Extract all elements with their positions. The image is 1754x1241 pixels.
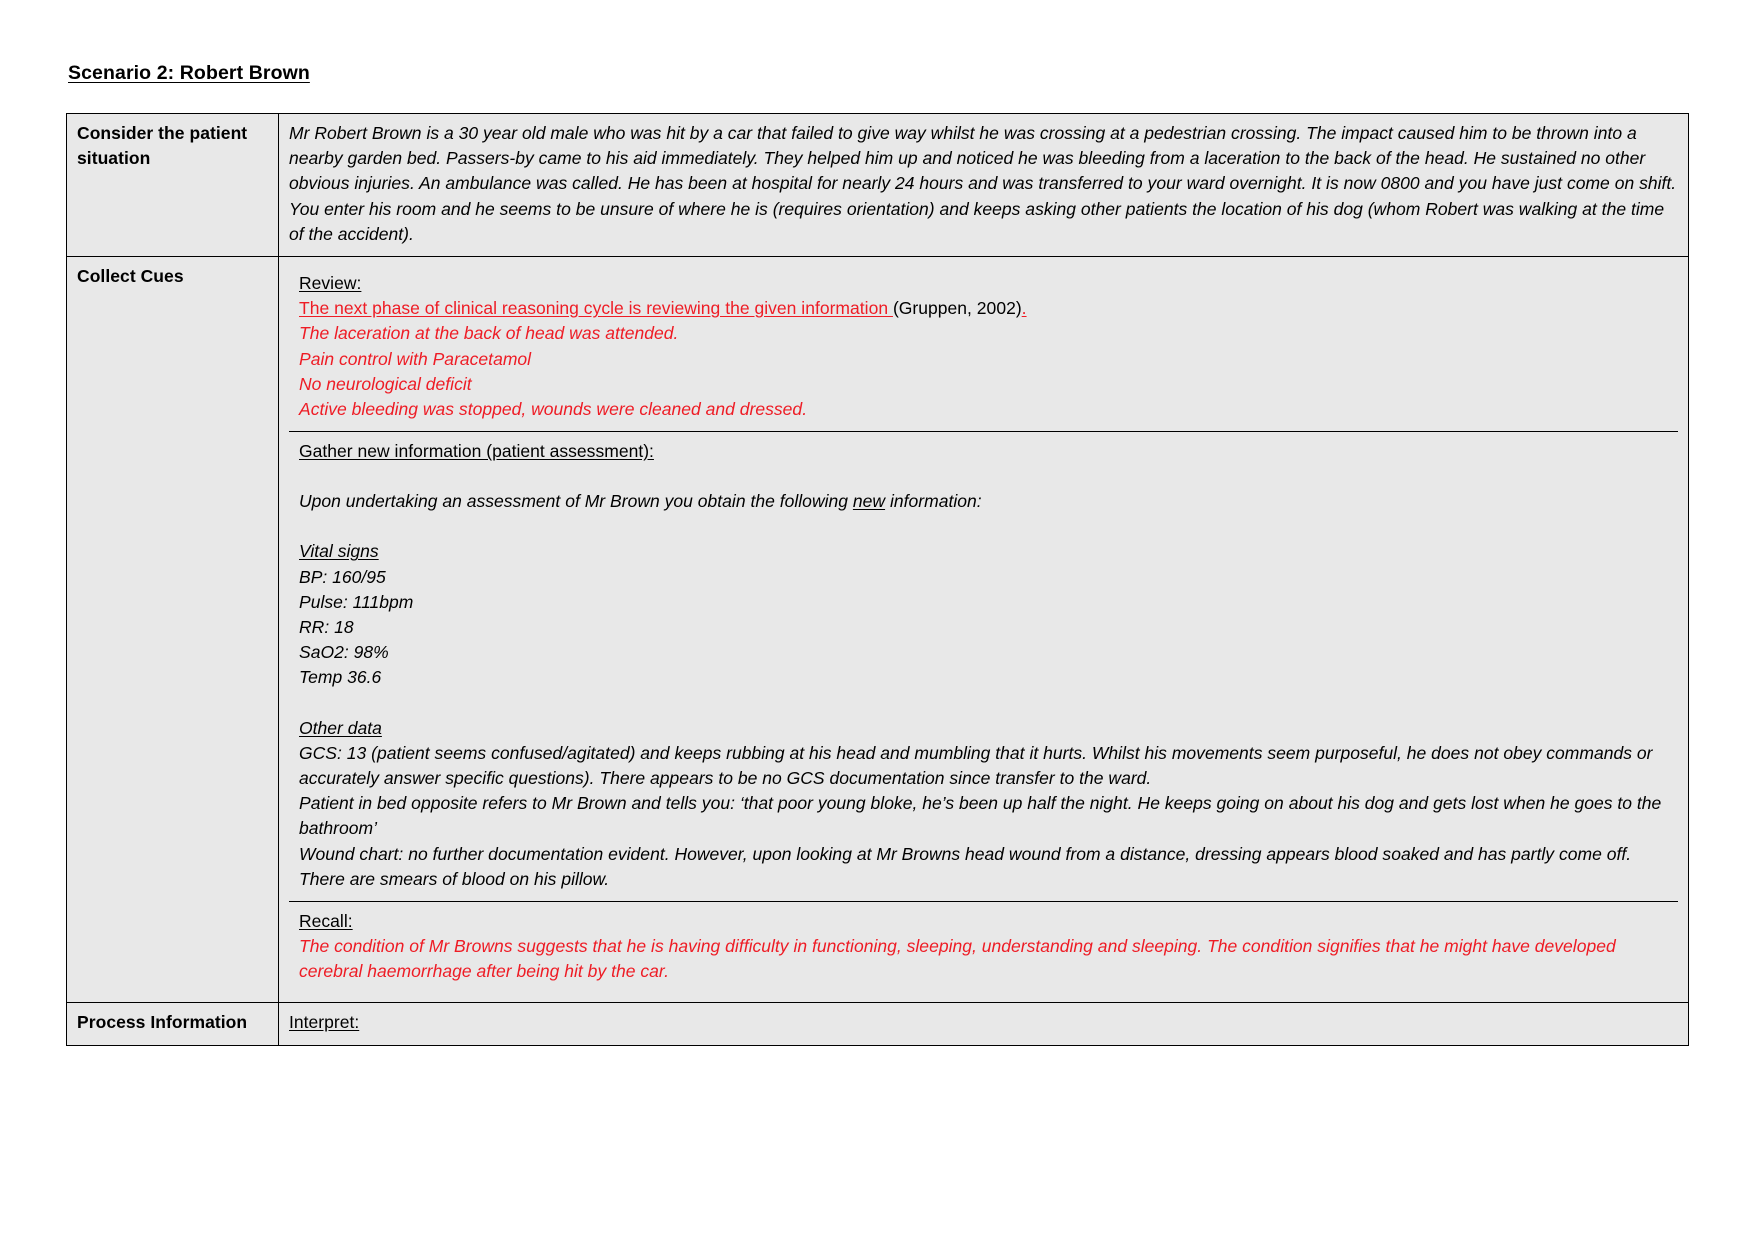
stage-label-consider-the-patient-situation: Consider the patient situation [77,123,248,168]
vital-sign-bp: BP: 160/95 [299,566,386,587]
review-red-line-pain-control: Pain control with Paracetamol [299,348,532,369]
vital-sign-pulse: Pulse: 111bpm [299,591,414,612]
table-row: Consider the patient situation Mr Robert… [66,113,1689,257]
review-red-line-laceration: The laceration at the back of head was a… [299,323,679,344]
document-page: Scenario 2: Robert Brown Consider the pa… [0,0,1754,1241]
gather-block: Gather new information (patient assessme… [299,439,1668,892]
vital-sign-sao2: SaO2: 98% [299,642,389,663]
review-citation-line: The next phase of clinical reasoning cyc… [299,296,1668,321]
review-cell: Review: The next phase of clinical reaso… [289,263,1678,433]
review-citation-red-text: The next phase of clinical reasoning cyc… [299,298,893,319]
other-data-paragraph-wound-chart: Wound chart: no further documentation ev… [299,843,1632,889]
gather-intro-after: information: [885,491,982,512]
review-citation-reference: (Gruppen, 2002) [892,298,1022,319]
gather-spacer-2 [299,514,1668,539]
page-title: Scenario 2: Robert Brown [68,62,310,84]
other-data-heading: Other data [299,717,382,738]
recall-cell: Recall: The condition of Mr Browns sugge… [289,901,1678,994]
gather-new-information-heading: Gather new information (patient assessme… [299,441,654,462]
collect-cues-gather-row: Gather new information (patient assessme… [289,431,1678,902]
review-red-line-neurological-deficit: No neurological deficit [299,373,472,394]
stage-label-cell-collect-cues: Collect Cues [66,255,279,1004]
recall-block: Recall: The condition of Mr Browns sugge… [299,909,1668,985]
stage-body-cell-consider: Mr Robert Brown is a 30 year old male wh… [278,113,1689,257]
recall-heading: Recall: [299,910,353,931]
review-heading: Review: [299,272,362,293]
patient-situation-paragraph: Mr Robert Brown is a 30 year old male wh… [289,123,1677,244]
review-block: Review: The next phase of clinical reaso… [299,271,1668,422]
stage-label-collect-cues: Collect Cues [77,265,184,286]
stage-body-cell-process-information: Interpret: [278,1002,1689,1046]
stage-label-process-information: Process Information [77,1012,248,1033]
gather-spacer-3 [299,691,1668,716]
review-red-line-active-bleeding: Active bleeding was stopped, wounds were… [299,398,808,419]
gather-intro-emphasis-new: new [852,491,886,512]
collect-cues-subtable: Review: The next phase of clinical reaso… [289,263,1678,994]
stage-body-cell-collect-cues: Review: The next phase of clinical reaso… [278,255,1689,1004]
vital-sign-temp: Temp 36.6 [299,667,382,688]
gather-intro-before: Upon undertaking an assessment of Mr Bro… [299,491,853,512]
collect-cues-recall-row: Recall: The condition of Mr Browns sugge… [289,901,1678,994]
gather-cell: Gather new information (patient assessme… [289,431,1678,902]
scenario-table: Consider the patient situation Mr Robert… [66,113,1689,1046]
other-data-paragraph-patient-opposite: Patient in bed opposite refers to Mr Bro… [299,793,1662,839]
stage-label-cell-process-information: Process Information [66,1002,279,1046]
stage-label-cell-consider: Consider the patient situation [66,113,279,257]
gather-intro-line: Upon undertaking an assessment of Mr Bro… [299,489,1668,514]
interpret-block: Interpret: [289,1010,1678,1035]
table-row: Collect Cues Review: The next phase of c… [66,255,1689,1004]
vital-signs-heading: Vital signs [299,541,379,562]
recall-red-paragraph: The condition of Mr Browns suggests that… [299,936,1616,982]
review-citation-trailing-period: . [1021,298,1027,319]
other-data-paragraph-gcs: GCS: 13 (patient seems confused/agitated… [299,742,1653,788]
vital-sign-rr: RR: 18 [299,617,354,637]
gather-spacer-1 [299,464,1668,489]
table-row: Process Information Interpret: [66,1002,1689,1046]
interpret-heading: Interpret: [289,1012,360,1033]
collect-cues-review-row: Review: The next phase of clinical reaso… [289,263,1678,433]
